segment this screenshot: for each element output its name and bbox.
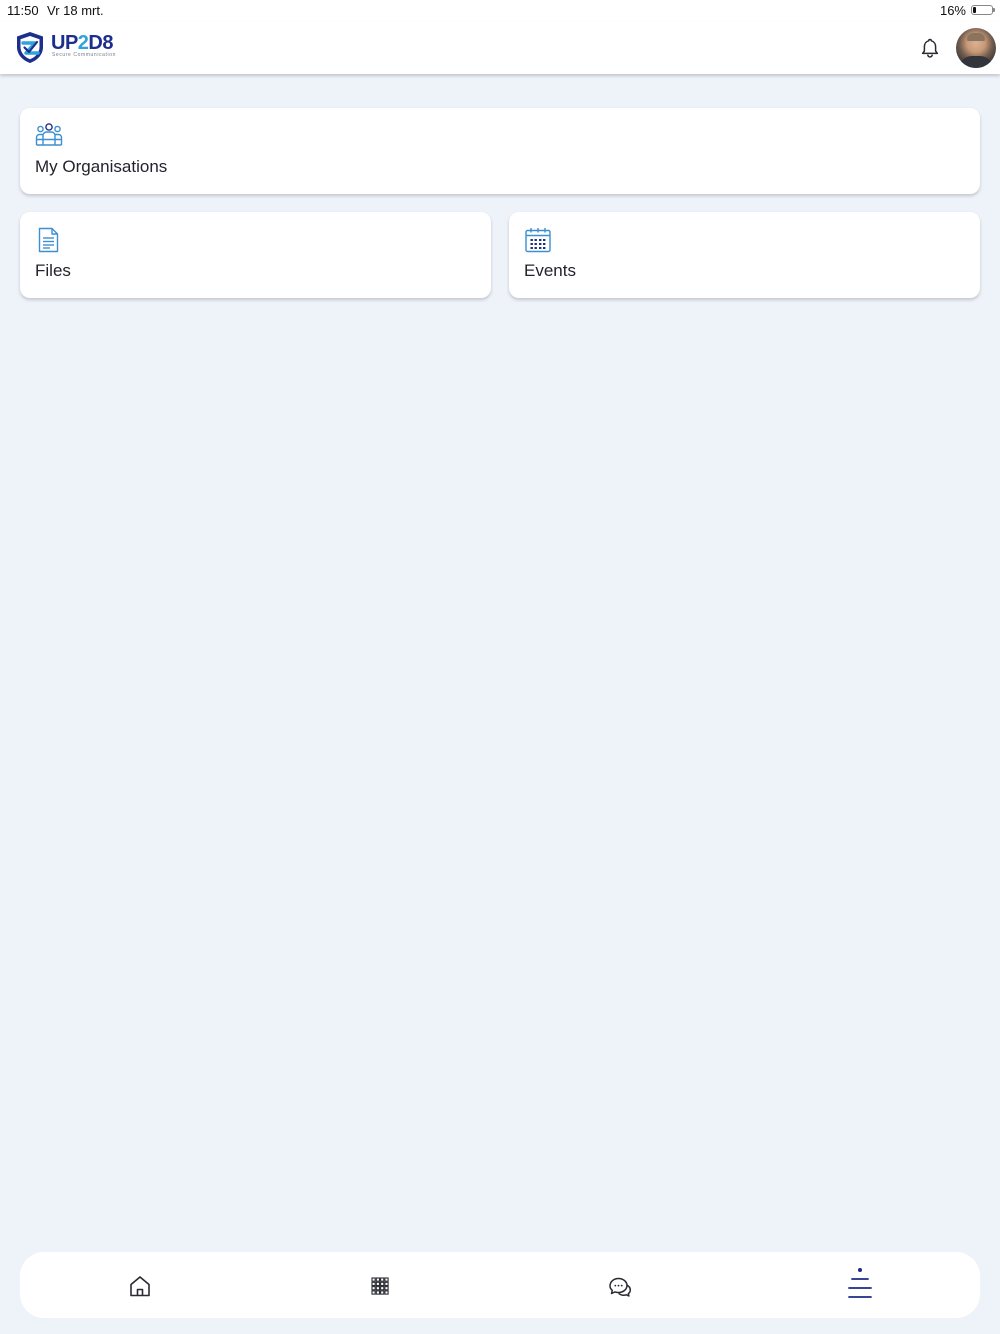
app-header: UP2D8 Secure Communication [0, 22, 1000, 74]
chat-icon[interactable] [606, 1272, 634, 1300]
menu-icon[interactable] [846, 1267, 874, 1301]
grid-icon[interactable] [366, 1272, 394, 1300]
card-label: Events [524, 261, 576, 280]
battery-percentage: 16% [939, 3, 966, 18]
app-logo[interactable]: UP2D8 Secure Communication [15, 30, 116, 64]
shield-logo-icon [17, 31, 43, 63]
bell-icon[interactable] [919, 37, 941, 59]
logo-tagline: Secure Communication [52, 51, 116, 58]
status-bar: 11:50 Vr 18 mrt. 16% [0, 0, 1000, 22]
my-organisations-card[interactable]: My Organisations [20, 108, 980, 194]
card-label: My Organisations [35, 157, 168, 176]
bottom-nav [20, 1252, 980, 1318]
logo-wordmark: UP2D8 [51, 31, 113, 54]
calendar-icon [525, 228, 551, 253]
files-card[interactable]: Files [20, 212, 491, 298]
status-time: 11:50 [7, 3, 39, 18]
card-label: Files [35, 261, 71, 280]
organisations-icon [35, 123, 63, 146]
document-icon [38, 227, 59, 253]
battery-level-fill [973, 7, 976, 13]
user-avatar[interactable] [956, 28, 996, 68]
status-date: Vr 18 mrt. [47, 3, 104, 18]
home-icon[interactable] [126, 1272, 154, 1300]
events-card[interactable]: Events [509, 212, 980, 298]
logo-text: UP2D8 Secure Communication [51, 33, 116, 58]
battery-icon [971, 5, 995, 15]
